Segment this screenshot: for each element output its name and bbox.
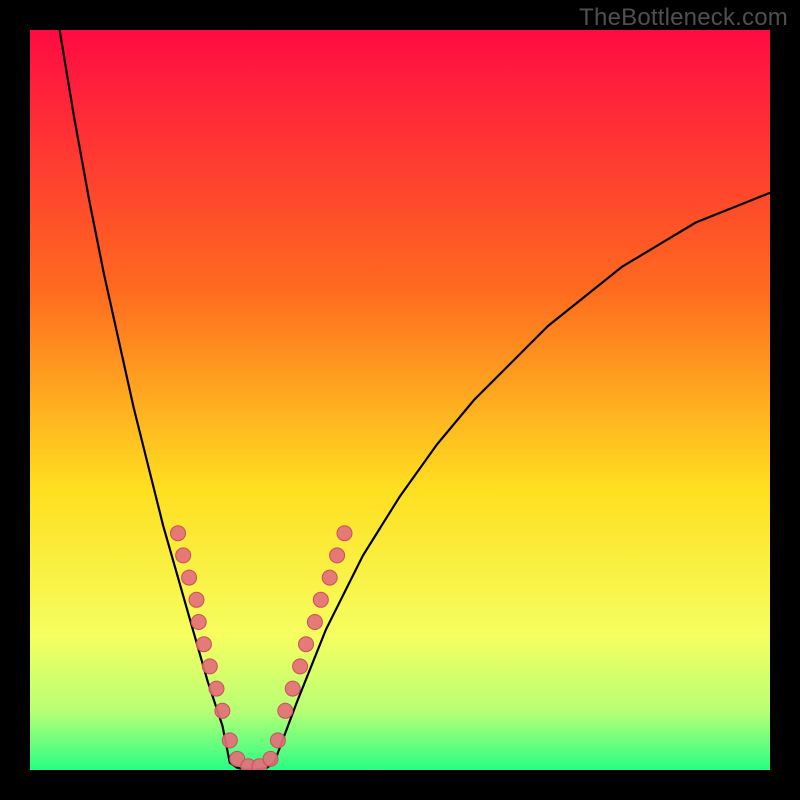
plot-area bbox=[30, 30, 770, 770]
data-marker bbox=[171, 526, 186, 541]
data-marker bbox=[299, 637, 314, 652]
data-marker bbox=[176, 548, 191, 563]
data-marker bbox=[209, 681, 224, 696]
data-marker bbox=[263, 751, 278, 766]
data-marker bbox=[293, 659, 308, 674]
gradient-background bbox=[30, 30, 770, 770]
outer-frame: TheBottleneck.com bbox=[0, 0, 800, 800]
data-marker bbox=[307, 615, 322, 630]
data-marker bbox=[191, 615, 206, 630]
data-marker bbox=[278, 703, 293, 718]
data-marker bbox=[202, 659, 217, 674]
chart-svg bbox=[30, 30, 770, 770]
data-marker bbox=[215, 703, 230, 718]
data-marker bbox=[285, 681, 300, 696]
data-marker bbox=[322, 570, 337, 585]
watermark-label: TheBottleneck.com bbox=[579, 4, 788, 32]
data-marker bbox=[222, 733, 237, 748]
data-marker bbox=[330, 548, 345, 563]
data-marker bbox=[270, 733, 285, 748]
data-marker bbox=[196, 637, 211, 652]
data-marker bbox=[313, 592, 328, 607]
data-marker bbox=[189, 592, 204, 607]
data-marker bbox=[182, 570, 197, 585]
data-marker bbox=[337, 526, 352, 541]
